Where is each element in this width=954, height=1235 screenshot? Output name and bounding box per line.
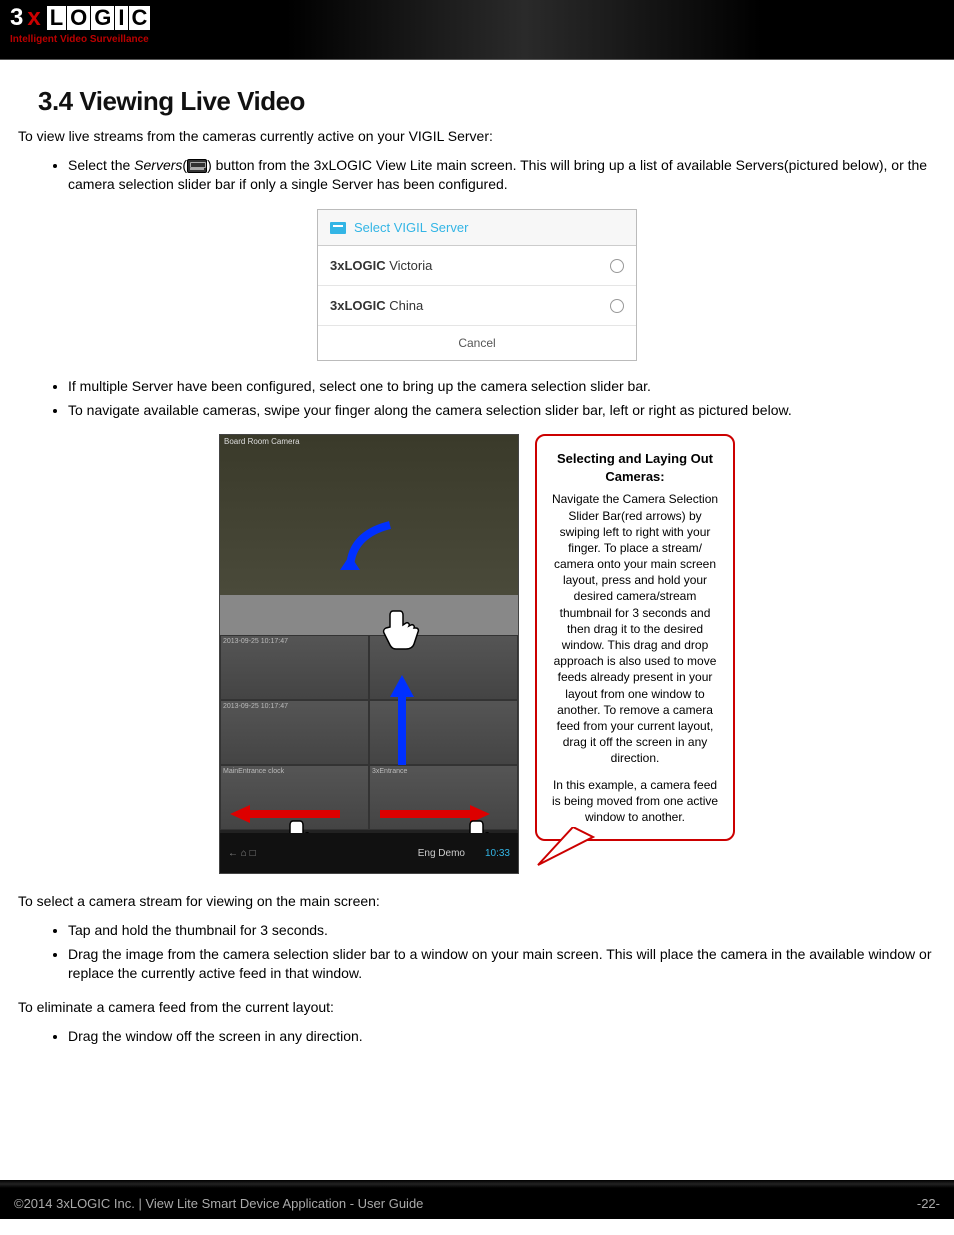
bullet-item: If multiple Server have been configured,…	[68, 377, 936, 397]
server-option[interactable]: 3xLOGIC China	[318, 286, 636, 326]
radio-icon	[610, 299, 624, 313]
bullet-item: Drag the window off the screen in any di…	[68, 1027, 936, 1047]
phone-nav-buttons: ← ⌂ □	[228, 848, 256, 859]
select-server-dialog: Select VIGIL Server 3xLOGIC Victoria 3xL…	[317, 209, 637, 361]
servers-term: Servers	[134, 157, 182, 173]
phone-site-name: Eng Demo	[418, 848, 465, 859]
hand-pointer-icon	[380, 605, 426, 651]
logo-logic: L O G I C	[47, 6, 151, 30]
callout-box: Selecting and Laying Out Cameras: Naviga…	[535, 434, 735, 841]
text: 3xLOGIC	[330, 258, 386, 273]
server-name: 3xLOGIC China	[330, 298, 423, 313]
cell-ts: 3xEntrance	[372, 768, 407, 775]
bullet-list-2: If multiple Server have been configured,…	[68, 377, 936, 420]
bullet-item: To navigate available cameras, swipe you…	[68, 401, 936, 421]
logo-letter: C	[129, 6, 151, 30]
logo: 3 x L O G I C	[10, 4, 944, 32]
cell-ts: 2013-09-25 10:17:47	[223, 638, 288, 645]
dialog-screenshot: Select VIGIL Server 3xLOGIC Victoria 3xL…	[18, 209, 936, 361]
phone-grid: 2013-09-25 10:17:47 2013-09-25 10:17:47 …	[220, 635, 518, 833]
phone-screenshot: Board Room Camera 2013-09-25 10:17:47 20…	[219, 434, 519, 874]
text: China	[386, 298, 424, 313]
page-footer: ©2014 3xLOGIC Inc. | View Lite Smart Dev…	[0, 1188, 954, 1219]
paragraph: To eliminate a camera feed from the curr…	[18, 998, 936, 1017]
intro-paragraph: To view live streams from the cameras cu…	[18, 127, 936, 146]
logo-letter: G	[91, 6, 114, 30]
radio-icon	[610, 259, 624, 273]
bullet-list-3: Tap and hold the thumbnail for 3 seconds…	[68, 921, 936, 984]
dialog-title-text: Select VIGIL Server	[354, 220, 468, 235]
camera-cell: 2013-09-25 10:17:47	[220, 700, 369, 765]
server-icon	[330, 222, 346, 234]
callout-wrap: Selecting and Laying Out Cameras: Naviga…	[535, 434, 735, 841]
callout-body: Navigate the Camera Selection Slider Bar…	[547, 491, 723, 766]
dialog-cancel-button[interactable]: Cancel	[318, 326, 636, 360]
footer-divider	[0, 1180, 954, 1188]
section-title: 3.4 Viewing Live Video	[38, 86, 936, 117]
logo-3: 3	[10, 4, 23, 32]
phone-clock: 10:33	[485, 848, 510, 859]
bullet-item: Drag the image from the camera selection…	[68, 945, 936, 984]
logo-tagline: Intelligent Video Surveillance	[10, 34, 944, 45]
dialog-title-bar: Select VIGIL Server	[318, 210, 636, 246]
bullet-item: Tap and hold the thumbnail for 3 seconds…	[68, 921, 936, 941]
bullet-list-1: Select the Servers() button from the 3xL…	[68, 156, 936, 195]
logo-letter: L	[47, 6, 66, 30]
phone-slider-bar	[220, 595, 518, 635]
text: Select the	[68, 157, 134, 173]
figure-row: Board Room Camera 2013-09-25 10:17:47 20…	[18, 434, 936, 874]
text: 3xLOGIC	[330, 298, 386, 313]
camera-label: Board Room Camera	[224, 437, 300, 446]
cell-ts: 2013-09-25 10:17:47	[223, 703, 288, 710]
footer-page-number: -22-	[917, 1196, 940, 1211]
callout-title: Selecting and Laying Out Cameras:	[547, 450, 723, 485]
footer-left: ©2014 3xLOGIC Inc. | View Lite Smart Dev…	[14, 1196, 423, 1211]
blue-curve-arrow-icon	[340, 515, 400, 575]
camera-cell: 2013-09-25 10:17:47	[220, 635, 369, 700]
bullet-list-4: Drag the window off the screen in any di…	[68, 1027, 936, 1047]
servers-icon	[187, 159, 207, 173]
logo-letter: O	[67, 6, 90, 30]
paragraph: To select a camera stream for viewing on…	[18, 892, 936, 911]
bullet-item: Select the Servers() button from the 3xL…	[68, 156, 936, 195]
callout-body-2: In this example, a camera feed is being …	[547, 777, 723, 826]
server-option[interactable]: 3xLOGIC Victoria	[318, 246, 636, 286]
phone-nav-bar: ← ⌂ □ Eng Demo 10:33	[220, 833, 518, 873]
logo-letter: I	[115, 6, 127, 30]
logo-x: x	[27, 4, 40, 32]
blue-up-arrow-icon	[390, 675, 414, 765]
text: Victoria	[386, 258, 433, 273]
server-name: 3xLOGIC Victoria	[330, 258, 432, 273]
page-header: 3 x L O G I C Intelligent Video Surveill…	[0, 0, 954, 60]
callout-tail-icon	[533, 827, 613, 867]
page-body: 3.4 Viewing Live Video To view live stre…	[0, 60, 954, 1180]
cell-ts: MainEntrance clock	[223, 768, 284, 775]
